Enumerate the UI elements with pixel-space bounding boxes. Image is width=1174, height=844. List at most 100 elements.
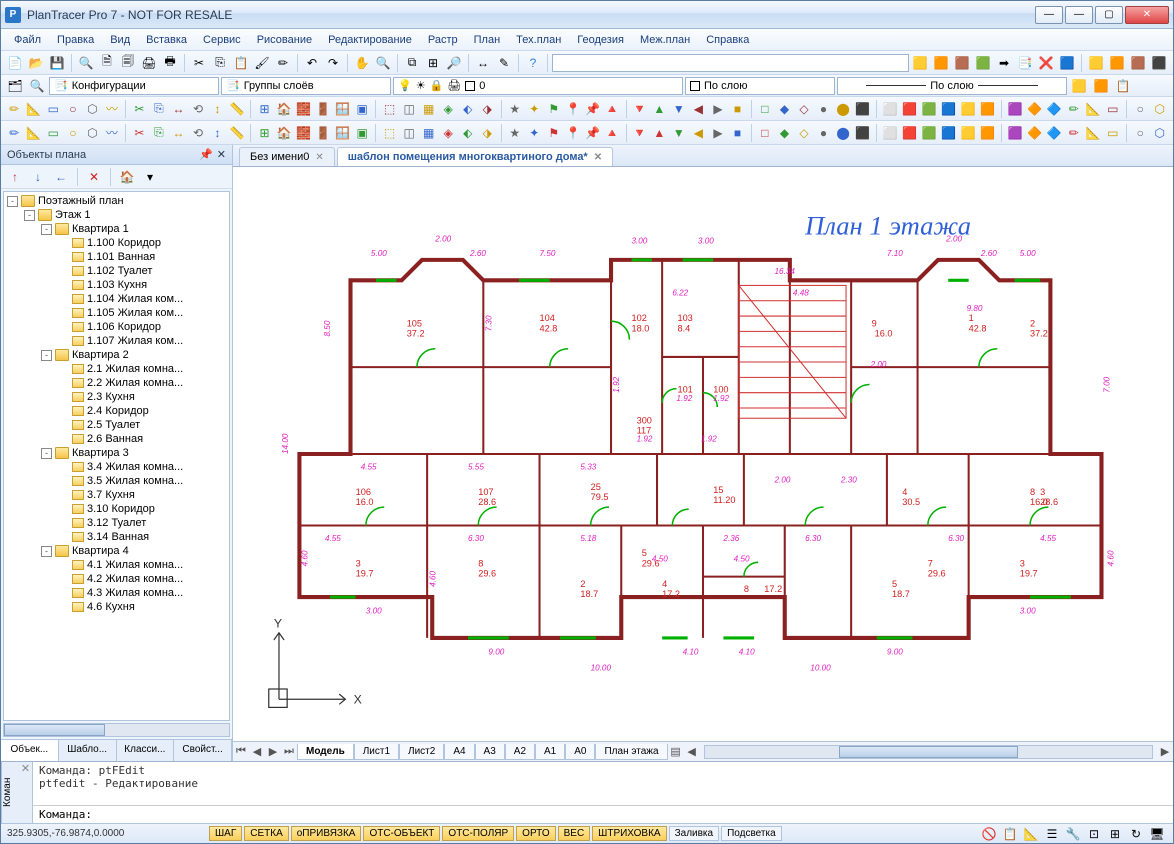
panel-tab-0[interactable]: Объек... <box>1 740 59 761</box>
tbar2-btn-8[interactable]: ↔ <box>169 99 188 119</box>
tbar3-btn-1[interactable]: 📐 <box>25 123 44 143</box>
menu-вставка[interactable]: Вставка <box>139 32 194 48</box>
cut-icon[interactable]: ✂ <box>189 53 209 73</box>
tree-room-0-1[interactable]: 1.101 Ванная <box>4 250 229 264</box>
t2-icon[interactable]: 🟧 <box>931 53 951 73</box>
tree-floor[interactable]: -Этаж 1 <box>4 208 229 222</box>
si1-icon[interactable]: 🚫 <box>979 824 999 844</box>
tbar3-btn-33[interactable]: ◀ <box>689 123 708 143</box>
layout-scroll-right-icon[interactable]: ▶ <box>1157 745 1173 758</box>
tbar3-btn-8[interactable]: ↔ <box>169 123 188 143</box>
open-icon[interactable]: 📂 <box>26 53 46 73</box>
tbar2-btn-3[interactable]: ○ <box>64 99 83 119</box>
panel-tab-3[interactable]: Свойст... <box>174 740 232 761</box>
menu-файл[interactable]: Файл <box>7 32 48 48</box>
tbar3-btn-14[interactable]: 🧱 <box>294 123 313 143</box>
tbar2-btn-54[interactable]: ○ <box>1131 99 1150 119</box>
layout-tab-1[interactable]: Лист1 <box>354 744 399 760</box>
menu-план[interactable]: План <box>467 32 508 48</box>
tree-room-1-5[interactable]: 2.6 Ванная <box>4 432 229 446</box>
tbar3-btn-16[interactable]: 🪟 <box>333 123 352 143</box>
cfg-end2-icon[interactable]: 🟧 <box>1091 76 1111 96</box>
tbar2-btn-53[interactable]: ▭ <box>1104 99 1123 119</box>
tbar3-btn-39[interactable]: ● <box>814 123 833 143</box>
tbar2-btn-9[interactable]: ⟲ <box>189 99 208 119</box>
tree-room-0-2[interactable]: 1.102 Туалет <box>4 264 229 278</box>
tree-room-0-6[interactable]: 1.106 Коридор <box>4 320 229 334</box>
tbar3-btn-26[interactable]: ⚑ <box>545 123 564 143</box>
status-сетка[interactable]: СЕТКА <box>244 826 289 841</box>
si8-icon[interactable]: ↻ <box>1126 824 1146 844</box>
status-шаг[interactable]: ШАГ <box>209 826 242 841</box>
help-icon[interactable]: ? <box>523 53 543 73</box>
print-icon[interactable]: 🖨 <box>139 53 159 73</box>
si4-icon[interactable]: ☰ <box>1042 824 1062 844</box>
drawing-canvas[interactable]: План 1 этажа <box>233 167 1173 741</box>
tbar3-btn-17[interactable]: ▣ <box>353 123 372 143</box>
tbar3-btn-0[interactable]: ✏ <box>5 123 24 143</box>
zoom-icon[interactable]: 🔍 <box>373 53 393 73</box>
zoom-ext-icon[interactable]: ⊞ <box>423 53 443 73</box>
tbar3-btn-48[interactable]: 🟪 <box>1006 123 1025 143</box>
tbar3-btn-28[interactable]: 📌 <box>584 123 603 143</box>
new-icon[interactable]: 📄 <box>5 53 25 73</box>
tbar3-btn-41[interactable]: ⬛ <box>853 123 872 143</box>
menu-редактирование[interactable]: Редактирование <box>321 32 419 48</box>
tbar2-btn-48[interactable]: 🟪 <box>1006 99 1025 119</box>
dd-icon[interactable]: ▾ <box>140 167 160 187</box>
tbar3-btn-19[interactable]: ◫ <box>400 123 419 143</box>
tree-root[interactable]: -Поэтажный план <box>4 194 229 208</box>
layout-tab-2[interactable]: Лист2 <box>399 744 444 760</box>
close-button[interactable]: ✕ <box>1125 6 1169 24</box>
cfg-icon1[interactable]: 🗂 <box>5 76 25 96</box>
tbar3-btn-11[interactable]: 📏 <box>228 123 247 143</box>
tab-first-icon[interactable]: ⏮ <box>233 745 249 758</box>
tbar2-btn-45[interactable]: 🟦 <box>939 99 958 119</box>
t7-icon[interactable]: ❌ <box>1036 53 1056 73</box>
tree-apt-2[interactable]: -Квартира 3 <box>4 446 229 460</box>
tbar2-btn-14[interactable]: 🧱 <box>294 99 313 119</box>
tbar3-btn-12[interactable]: ⊞ <box>255 123 274 143</box>
tree-room-0-7[interactable]: 1.107 Жилая ком... <box>4 334 229 348</box>
tree-room-0-3[interactable]: 1.103 Кухня <box>4 278 229 292</box>
home-icon[interactable]: 🏠 <box>117 167 137 187</box>
menu-правка[interactable]: Правка <box>50 32 101 48</box>
tbar3-btn-38[interactable]: ◇ <box>795 123 814 143</box>
delete-icon[interactable]: ✕ <box>84 167 104 187</box>
tbar3-btn-2[interactable]: ▭ <box>44 123 63 143</box>
layer-dropdown[interactable]: 💡 ☀ 🔒 🖨 0 <box>393 77 683 95</box>
tbar3-btn-47[interactable]: 🟧 <box>978 123 997 143</box>
tbar3-btn-49[interactable]: 🔶 <box>1025 123 1044 143</box>
t5-icon[interactable]: ➡ <box>994 53 1014 73</box>
tbar3-btn-25[interactable]: ✦ <box>525 123 544 143</box>
command-input[interactable] <box>99 808 1167 821</box>
tbar2-btn-25[interactable]: ✦ <box>525 99 544 119</box>
tbar2-btn-46[interactable]: 🟨 <box>959 99 978 119</box>
tree-room-0-5[interactable]: 1.105 Жилая ком... <box>4 306 229 320</box>
t3-icon[interactable]: 🟫 <box>952 53 972 73</box>
tbar2-btn-7[interactable]: ⎘ <box>150 99 169 119</box>
tbar2-btn-32[interactable]: ▼ <box>670 99 689 119</box>
tbar2-btn-10[interactable]: ↕ <box>208 99 227 119</box>
tbar2-btn-22[interactable]: ⬖ <box>458 99 477 119</box>
tbar2-btn-23[interactable]: ⬗ <box>478 99 497 119</box>
menu-растр[interactable]: Растр <box>421 32 465 48</box>
menu-вид[interactable]: Вид <box>103 32 137 48</box>
status-отс-поляр[interactable]: ОТС-ПОЛЯР <box>442 826 514 841</box>
tbar2-btn-29[interactable]: 🔺 <box>603 99 622 119</box>
menu-тех.план[interactable]: Тех.план <box>509 32 568 48</box>
down-icon[interactable]: ↓ <box>28 167 48 187</box>
tbar2-btn-47[interactable]: 🟧 <box>978 99 997 119</box>
tbar2-btn-41[interactable]: ⬛ <box>853 99 872 119</box>
tab-prev-icon[interactable]: ◀ <box>249 745 265 758</box>
tbar3-btn-29[interactable]: 🔺 <box>603 123 622 143</box>
layout-tab-5[interactable]: A2 <box>505 744 535 760</box>
tbar2-btn-43[interactable]: 🟥 <box>900 99 919 119</box>
tbar3-btn-52[interactable]: 📐 <box>1084 123 1103 143</box>
tbar2-btn-37[interactable]: ◆ <box>775 99 794 119</box>
tbar3-btn-5[interactable]: 〰 <box>103 123 122 143</box>
tbar3-btn-51[interactable]: ✏ <box>1064 123 1083 143</box>
tree-room-2-2[interactable]: 3.7 Кухня <box>4 488 229 502</box>
tree-room-2-5[interactable]: 3.14 Ванная <box>4 530 229 544</box>
redo-icon[interactable]: ↷ <box>323 53 343 73</box>
